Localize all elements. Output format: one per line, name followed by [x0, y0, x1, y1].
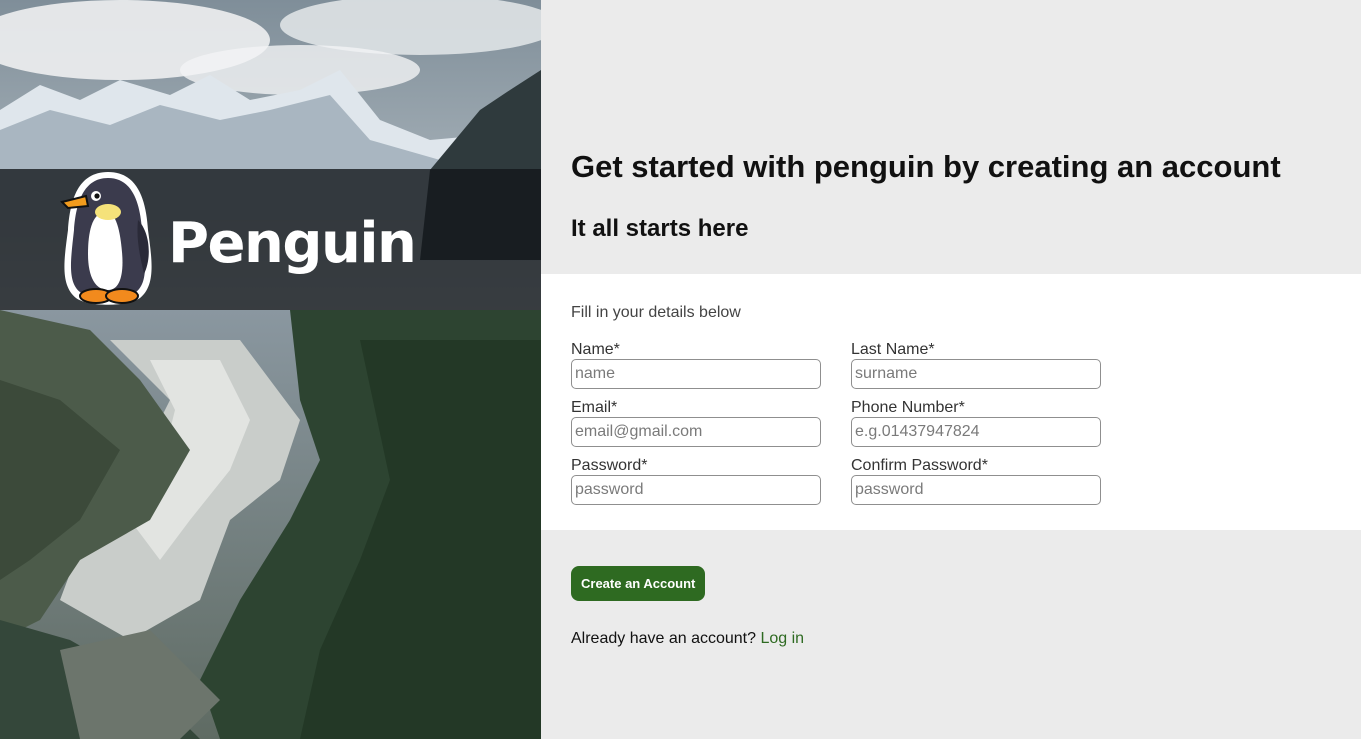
- mountain-landscape-image: [0, 0, 541, 739]
- password-input[interactable]: [571, 475, 821, 505]
- name-field-group: Name*: [571, 341, 821, 389]
- password-field-group: Password*: [571, 457, 821, 505]
- confirm-password-label: Confirm Password*: [851, 457, 988, 474]
- signup-main: Get started with penguin by creating an …: [541, 0, 1361, 739]
- password-label: Password*: [571, 457, 648, 474]
- page-title: Get started with penguin by creating an …: [571, 149, 1281, 184]
- name-input[interactable]: [571, 359, 821, 389]
- email-label: Email*: [571, 399, 618, 416]
- name-label: Name*: [571, 341, 620, 358]
- confirm-password-input[interactable]: [851, 475, 1101, 505]
- phone-label: Phone Number*: [851, 399, 965, 416]
- confirm-password-field-group: Confirm Password*: [851, 457, 1101, 505]
- penguin-logo-icon: [60, 172, 152, 305]
- last-name-input[interactable]: [851, 359, 1101, 389]
- login-prompt-text: Already have an account?: [571, 630, 757, 647]
- login-prompt: Already have an account? Log in: [571, 630, 804, 648]
- brand-name: Penguin: [168, 211, 417, 276]
- form-intro: Fill in your details below: [571, 304, 741, 321]
- login-link[interactable]: Log in: [760, 630, 804, 647]
- hero-panel: Penguin: [0, 0, 541, 739]
- create-account-button[interactable]: Create an Account: [571, 566, 706, 601]
- last-name-label: Last Name*: [851, 341, 935, 358]
- last-name-field-group: Last Name*: [851, 341, 1101, 389]
- phone-input[interactable]: [851, 417, 1101, 447]
- email-input[interactable]: [571, 417, 821, 447]
- phone-field-group: Phone Number*: [851, 399, 1101, 447]
- signup-form-card: Fill in your details below Name* Last Na…: [541, 274, 1361, 530]
- page-subtitle: It all starts here: [571, 215, 749, 242]
- email-field-group: Email*: [571, 399, 821, 447]
